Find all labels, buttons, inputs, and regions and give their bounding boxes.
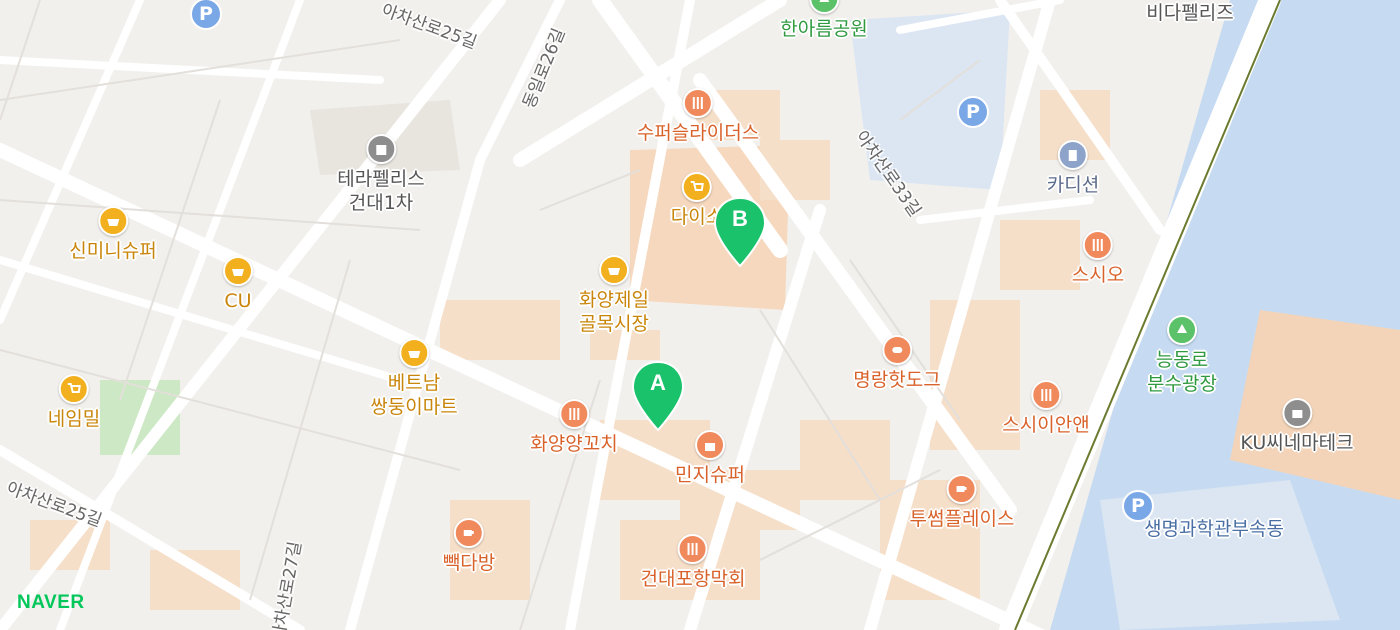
cinema-icon [1281,398,1312,428]
poi-super-sliders[interactable]: 수퍼슬라이더스 [637,88,759,145]
poi-cadition[interactable]: 카디션 [1047,140,1099,197]
parking-icon[interactable]: P [957,96,989,128]
restaurant-icon [683,88,713,118]
park-icon [809,0,839,14]
poi-vida-feliz[interactable]: 비다펠리즈 [1146,0,1233,25]
poi-hwayang-market[interactable]: 화양제일 골목시장 [579,255,649,336]
store-icon [694,430,725,460]
poi-paik-dabang[interactable]: 빽다방 [443,518,495,575]
poi-vietnam-mart[interactable]: 베트남 쌍둥이마트 [370,338,458,419]
poi-myungrang-hotdog[interactable]: 명랑핫도그 [853,335,941,392]
poi-life-science-annex[interactable]: 생명과학관부속동 [1144,514,1284,541]
map-canvas[interactable]: 아차산로25길 동일로26길 아차산로33길 아차산로25길 아차산로27길 P… [0,0,1400,630]
naver-logo: NAVER [17,592,85,613]
poi-twosome-place[interactable]: 투썸플레이스 [910,474,1014,531]
building-icon [366,134,396,164]
basket-icon [223,256,253,286]
park-icon [1166,315,1197,345]
shopping-cart-icon [681,172,712,202]
poi-fountain-plaza[interactable]: 능동로 분수광장 [1147,315,1217,396]
poi-terra-palace[interactable]: 테라펠리스 건대1차 [337,134,425,215]
basket-icon [598,255,629,285]
poi-hanareum-park[interactable]: 한아름공원 [780,0,868,41]
poi-cu[interactable]: CU [223,256,253,313]
burger-icon [882,335,912,365]
marker-b[interactable]: B [713,196,767,268]
poi-sinmini-super[interactable]: 신미니슈퍼 [69,206,157,263]
shopping-cart-icon [58,374,89,404]
poi-minji-super[interactable]: 민지슈퍼 [675,430,745,487]
poi-sushi-o[interactable]: 스시오 [1072,230,1124,287]
poi-ku-cinematheque[interactable]: KU씨네마테크 [1240,398,1354,455]
restaurant-icon [1082,230,1113,260]
basket-icon [399,338,429,368]
basket-icon [98,206,128,236]
restaurant-icon [1031,380,1061,410]
poi-sushi-ian[interactable]: 스시이안앤 [1002,380,1090,437]
office-icon [1057,140,1088,170]
cafe-icon [453,518,484,548]
poi-hwayang-skewer[interactable]: 화양양꼬치 [530,399,618,456]
poi-namemil[interactable]: 네임밀 [48,374,100,431]
marker-a[interactable]: A [631,360,685,432]
cafe-icon [946,474,977,504]
restaurant-icon [677,534,708,564]
poi-geondae-pohang[interactable]: 건대포항막회 [641,534,745,591]
restaurant-icon [559,399,589,429]
